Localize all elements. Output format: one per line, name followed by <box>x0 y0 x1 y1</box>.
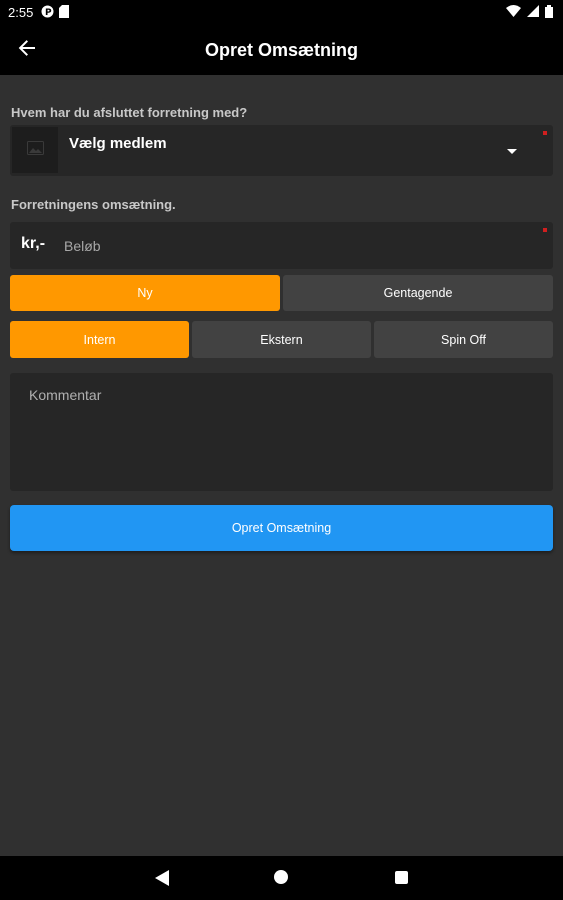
arrow-back-icon <box>18 39 36 62</box>
toggle-gentagende-button[interactable]: Gentagende <box>283 275 553 311</box>
status-bar: 2:55 P <box>0 0 563 25</box>
svg-text:P: P <box>45 8 52 18</box>
required-marker <box>543 131 547 135</box>
wifi-icon <box>506 5 521 20</box>
nav-back-icon[interactable] <box>155 870 169 891</box>
type-toggle: Ny Gentagende <box>10 275 553 311</box>
notification-p-icon: P <box>41 5 54 21</box>
submit-button[interactable]: Opret Omsætning <box>10 505 553 551</box>
member-dropdown[interactable]: Vælg medlem <box>10 125 553 176</box>
scope-toggle: Intern Ekstern Spin Off <box>10 321 553 358</box>
amount-input[interactable] <box>62 231 526 261</box>
sd-card-icon <box>59 4 70 21</box>
member-label: Hvem har du afsluttet forretning med? <box>11 105 248 120</box>
comment-textarea[interactable] <box>10 373 553 491</box>
chevron-down-icon <box>507 149 517 154</box>
back-button[interactable] <box>14 37 40 63</box>
status-time: 2:55 <box>8 5 34 20</box>
currency-prefix: kr,- <box>21 235 46 252</box>
toggle-ekstern-button[interactable]: Ekstern <box>192 321 371 358</box>
nav-recents-icon[interactable] <box>395 871 408 884</box>
battery-icon <box>545 4 553 21</box>
member-avatar-placeholder <box>12 127 58 173</box>
image-placeholder-icon <box>26 140 44 160</box>
required-marker <box>543 228 547 232</box>
app-bar: Opret Omsætning <box>0 25 563 75</box>
toggle-ny-button[interactable]: Ny <box>10 275 280 311</box>
page-title: Opret Omsætning <box>204 39 358 60</box>
toggle-spin-off-button[interactable]: Spin Off <box>374 321 553 358</box>
member-select-text: Vælg medlem <box>69 135 167 152</box>
amount-field-container: kr,- <box>10 222 553 269</box>
system-nav-bar <box>0 856 563 900</box>
signal-icon <box>527 5 539 20</box>
toggle-intern-button[interactable]: Intern <box>10 321 189 358</box>
nav-home-icon[interactable] <box>274 870 288 884</box>
amount-label: Forretningens omsætning. <box>11 197 176 212</box>
